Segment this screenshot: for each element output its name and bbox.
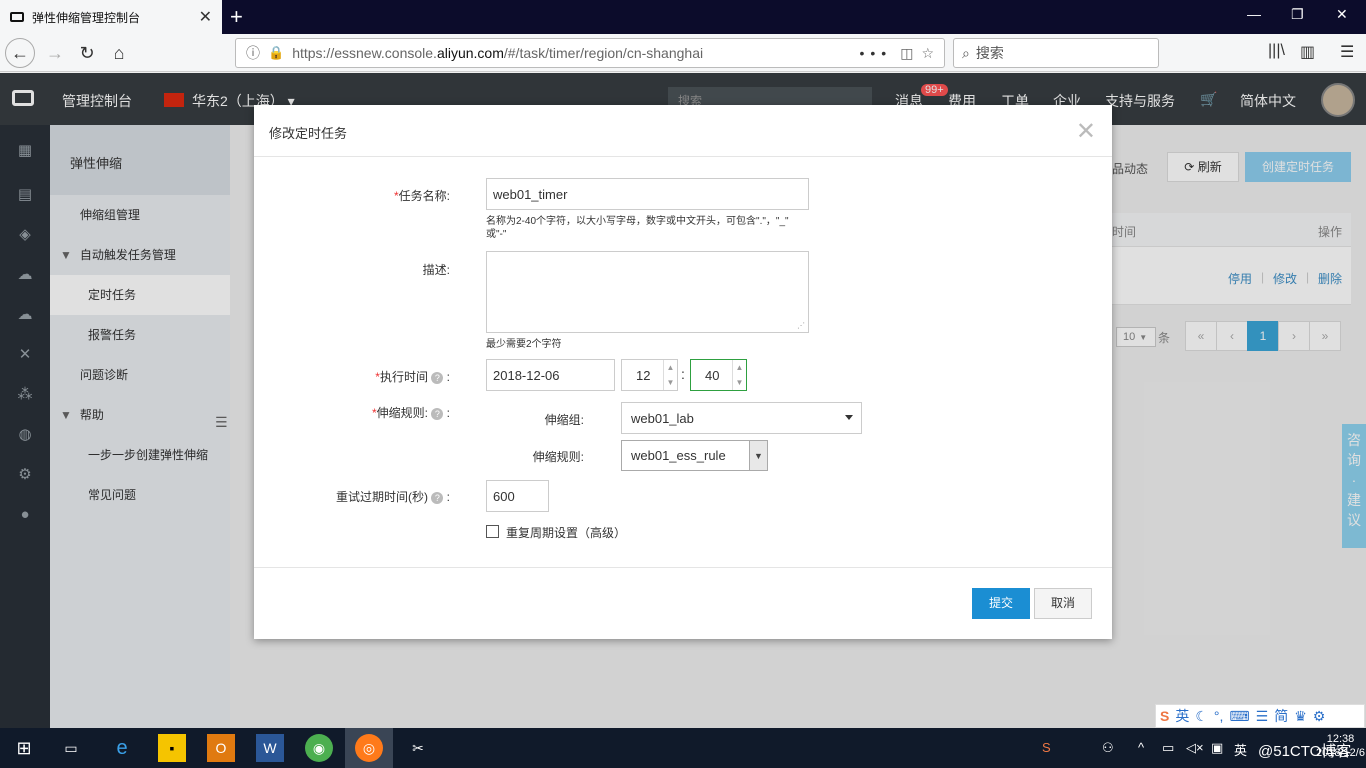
people-icon[interactable]: ⚇ <box>1102 740 1114 756</box>
ie-browser-icon[interactable]: e <box>108 734 136 762</box>
ime-simplified[interactable]: 简 <box>1274 706 1288 726</box>
bookmark-star-icon[interactable]: ☆ <box>921 45 934 62</box>
windows-taskbar: ⊞ ▭ e ▪ O W ◉ ◎ ✂ S ⚇ ^ ▭ ◁× ▣ 英 12:38 2… <box>0 728 1366 768</box>
hour-stepper[interactable]: 12 ▲ ▼ <box>621 359 678 391</box>
cancel-button[interactable]: 取消 <box>1034 588 1092 619</box>
minimize-icon[interactable]: — <box>1247 6 1261 22</box>
spin-arrows-icon[interactable]: ▲ ▼ <box>732 360 746 390</box>
taskbar-lang[interactable]: 英 <box>1234 740 1247 759</box>
resize-handle-icon[interactable]: ⋰ <box>797 321 805 330</box>
page-actions-icon[interactable]: ••• <box>859 45 892 61</box>
scaling-rule-sublabel: 伸缩规则: <box>532 450 584 464</box>
network-icon[interactable]: ▣ <box>1211 740 1223 756</box>
date-input[interactable]: 2018-12-06 <box>486 359 615 391</box>
library-icon[interactable]: |||\ <box>1268 42 1285 60</box>
tray-arrow-icon[interactable]: ^ <box>1138 740 1144 755</box>
time-colon: : <box>681 366 685 382</box>
restore-icon[interactable]: ❐ <box>1291 6 1304 23</box>
lock-icon: 🔒 <box>268 45 285 60</box>
info-icon[interactable]: ⓘ <box>246 43 260 63</box>
watermark-text: @51CTO博客 <box>1258 743 1352 760</box>
search-icon: ⌕ <box>962 44 970 61</box>
windows-start-icon[interactable]: ⊞ <box>10 734 38 762</box>
url-text[interactable]: https://essnew.console.aliyun.com/#/task… <box>292 45 851 61</box>
volume-muted-icon[interactable]: ◁× <box>1186 740 1204 756</box>
help-icon[interactable]: ? <box>431 407 444 420</box>
dropdown-arrow-icon <box>845 415 853 420</box>
task-view-icon[interactable]: ▭ <box>57 734 85 762</box>
aliyun-favicon-icon <box>10 12 24 22</box>
description-label: 描述: <box>422 263 450 277</box>
outlook-icon[interactable]: O <box>207 734 235 762</box>
battery-icon[interactable]: ▭ <box>1162 740 1174 756</box>
moon-icon[interactable]: ☾ <box>1195 708 1208 725</box>
dialog-close-icon[interactable]: ✕ <box>1076 117 1096 146</box>
help-icon[interactable]: ? <box>431 491 444 504</box>
dialog-divider <box>254 567 1112 568</box>
scaling-rule-select[interactable]: web01_ess_rule ▼ <box>621 440 768 471</box>
forward-icon[interactable]: → <box>40 39 70 67</box>
sidebar-toggle-icon[interactable]: ▥ <box>1300 42 1315 62</box>
keyboard-icon[interactable]: ⌨ <box>1229 708 1249 725</box>
ime-mode[interactable]: 英 <box>1175 706 1189 726</box>
dialog-header: 修改定时任务 ✕ <box>254 105 1112 157</box>
browser-tab[interactable]: 弹性伸缩管理控制台 ✕ <box>0 0 222 34</box>
scaling-rule-label: *伸缩规则: ? : <box>371 406 450 420</box>
task-name-input[interactable]: web01_timer <box>486 178 809 210</box>
description-hint: 最少需要2个字符 <box>486 339 562 350</box>
ime-toolbar: S 英 ☾ °, ⌨ ☰ 简 ♛ ⚙ <box>1155 704 1365 728</box>
gear-icon[interactable]: ⚙ <box>1313 708 1326 725</box>
sogou-logo-icon[interactable]: S <box>1160 708 1169 724</box>
menu-icon[interactable]: ☰ <box>1340 42 1354 62</box>
tab-close-icon[interactable]: ✕ <box>199 7 212 27</box>
home-icon[interactable]: ⌂ <box>104 39 134 67</box>
description-textarea[interactable]: ⋰ <box>486 251 809 333</box>
spin-arrows-icon[interactable]: ▲ ▼ <box>663 360 677 390</box>
execution-time-label: *执行时间 ? : <box>375 370 450 384</box>
menu-icon[interactable]: ☰ <box>1256 708 1269 725</box>
sticky-notes-icon[interactable]: ▪ <box>158 734 186 762</box>
browser-search-input[interactable]: ⌕ 搜索 <box>953 38 1159 68</box>
punctuation-icon[interactable]: °, <box>1214 708 1224 724</box>
scaling-group-sublabel: 伸缩组: <box>544 413 584 427</box>
reload-icon[interactable]: ↻ <box>72 39 102 67</box>
browser-tabbar: 弹性伸缩管理控制台 ✕ + — ❐ ✕ <box>0 0 1366 34</box>
snipping-tool-icon[interactable]: ✂ <box>404 734 432 762</box>
submit-button[interactable]: 提交 <box>972 588 1030 619</box>
back-icon[interactable]: ← <box>5 38 35 68</box>
color-app-icon[interactable]: ◉ <box>305 734 333 762</box>
chevron-down-icon[interactable]: ▼ <box>749 441 767 470</box>
url-bar[interactable]: ⓘ 🔒 https://essnew.console.aliyun.com/#/… <box>235 38 945 68</box>
word-icon[interactable]: W <box>256 734 284 762</box>
help-icon[interactable]: ? <box>431 371 444 384</box>
task-name-label: *任务名称: <box>393 189 450 203</box>
pocket-icon[interactable]: ◫ <box>900 45 913 62</box>
scaling-group-select[interactable]: web01_lab <box>621 402 862 434</box>
retry-timeout-label: 重试过期时间(秒) ? : <box>335 490 450 504</box>
minute-stepper[interactable]: 40 ▲ ▼ <box>690 359 747 391</box>
dialog-title: 修改定时任务 <box>269 126 348 141</box>
retry-timeout-input[interactable]: 600 <box>486 480 549 512</box>
browser-navbar: ← → ↻ ⌂ ⓘ 🔒 https://essnew.console.aliyu… <box>0 34 1366 72</box>
repeat-cycle-label[interactable]: 重复周期设置（高级） <box>506 524 626 541</box>
edit-timer-task-dialog: 修改定时任务 ✕ *任务名称: web01_timer 名称为2-40个字符，以… <box>254 105 1112 639</box>
task-name-hint: 名称为2-40个字符，以大小写字母，数字或中文开头，可包含"."，"_" 或"-" <box>486 216 789 240</box>
repeat-cycle-checkbox[interactable] <box>486 525 499 538</box>
firefox-icon[interactable]: ◎ <box>355 734 383 762</box>
new-tab-icon[interactable]: + <box>230 4 243 30</box>
window-close-icon[interactable]: ✕ <box>1336 6 1348 23</box>
tab-title: 弹性伸缩管理控制台 <box>32 10 141 25</box>
skin-icon[interactable]: ♛ <box>1294 708 1307 725</box>
sogou-tray-icon[interactable]: S <box>1042 740 1051 755</box>
